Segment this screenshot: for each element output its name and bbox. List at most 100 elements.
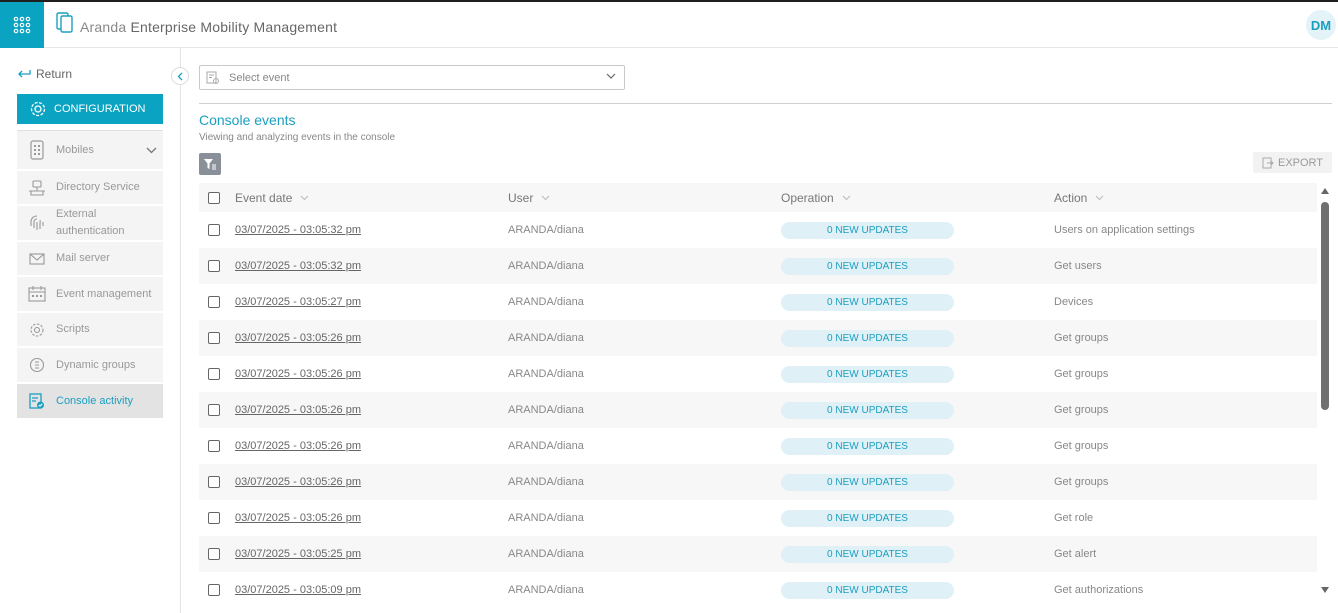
event-date-link[interactable]: 03/07/2025 - 03:05:26 pm xyxy=(235,368,361,380)
directory-icon xyxy=(27,178,47,198)
return-link[interactable]: Return xyxy=(17,67,72,81)
sort-chevron-icon xyxy=(300,195,309,200)
operation-badge: 0 NEW UPDATES xyxy=(781,221,954,239)
user-avatar[interactable]: DM xyxy=(1306,10,1336,40)
sidebar-item-mail-server[interactable]: Mail server xyxy=(17,242,163,277)
export-label: EXPORT xyxy=(1277,156,1324,169)
configuration-button[interactable]: CONFIGURATION xyxy=(17,94,163,124)
user-cell: ARANDA/diana xyxy=(508,296,584,308)
event-date-link[interactable]: 03/07/2025 - 03:05:09 pm xyxy=(235,584,361,596)
event-date-link[interactable]: 03/07/2025 - 03:05:25 pm xyxy=(235,548,361,560)
row-checkbox[interactable] xyxy=(208,548,220,560)
gear-icon xyxy=(27,320,47,340)
event-date-link[interactable]: 03/07/2025 - 03:05:27 pm xyxy=(235,296,361,308)
sort-chevron-icon xyxy=(541,195,550,200)
sidebar: Return CONFIGURATION Mobiles Directory S… xyxy=(0,48,181,613)
operation-badge: 0 NEW UPDATES xyxy=(781,437,954,455)
app-launcher-button[interactable] xyxy=(0,2,44,48)
user-cell: ARANDA/diana xyxy=(508,260,584,272)
event-date-link[interactable]: 03/07/2025 - 03:05:26 pm xyxy=(235,440,361,452)
column-header-operation[interactable]: Operation xyxy=(781,183,851,212)
row-checkbox[interactable] xyxy=(208,296,220,308)
user-cell: ARANDA/diana xyxy=(508,440,584,452)
column-header-event-date[interactable]: Event date xyxy=(235,183,309,212)
page-title: Console events xyxy=(199,112,296,128)
event-date-link[interactable]: 03/07/2025 - 03:05:26 pm xyxy=(235,332,361,344)
export-button[interactable]: EXPORT xyxy=(1253,152,1332,173)
mail-icon xyxy=(27,249,47,269)
user-cell: ARANDA/diana xyxy=(508,548,584,560)
select-event-placeholder: Select event xyxy=(229,71,290,84)
column-header-user[interactable]: User xyxy=(508,183,550,212)
action-cell: Devices xyxy=(1054,296,1094,308)
column-header-label: Operation xyxy=(781,190,834,205)
table-row: 03/07/2025 - 03:05:26 pm ARANDA/diana 0 … xyxy=(199,428,1317,464)
return-label: Return xyxy=(36,67,73,81)
row-checkbox[interactable] xyxy=(208,368,220,380)
user-cell: ARANDA/diana xyxy=(508,584,584,596)
sidebar-item-scripts[interactable]: Scripts xyxy=(17,313,163,348)
row-checkbox[interactable] xyxy=(208,476,220,488)
table-row: 03/07/2025 - 03:05:32 pm ARANDA/diana 0 … xyxy=(199,212,1317,248)
table-scrollbar-thumb[interactable] xyxy=(1321,202,1329,410)
event-date-link[interactable]: 03/07/2025 - 03:05:32 pm xyxy=(235,224,361,236)
column-header-label: Event date xyxy=(235,190,293,205)
operation-badge: 0 NEW UPDATES xyxy=(781,329,954,347)
sidebar-item-directory-service[interactable]: Directory Service xyxy=(17,171,163,206)
table-header: Event date User Operation Action xyxy=(199,183,1317,212)
event-date-link[interactable]: 03/07/2025 - 03:05:26 pm xyxy=(235,512,361,524)
table-row: 03/07/2025 - 03:05:09 pm ARANDA/diana 0 … xyxy=(199,572,1317,603)
sidebar-item-console-activity[interactable]: Console activity xyxy=(17,384,163,420)
user-cell: ARANDA/diana xyxy=(508,224,584,236)
column-header-action[interactable]: Action xyxy=(1054,183,1104,212)
sidebar-item-event-management[interactable]: Event management xyxy=(17,277,163,313)
app-title-main: Enterprise Mobility Management xyxy=(130,19,338,35)
sidebar-item-label: Event management xyxy=(56,287,152,300)
user-cell: ARANDA/diana xyxy=(508,512,584,524)
event-date-link[interactable]: 03/07/2025 - 03:05:32 pm xyxy=(235,260,361,272)
user-cell: ARANDA/diana xyxy=(508,476,584,488)
event-date-link[interactable]: 03/07/2025 - 03:05:26 pm xyxy=(235,476,361,488)
sidebar-item-external-authentication[interactable]: External authentication xyxy=(17,206,163,242)
row-checkbox[interactable] xyxy=(208,440,220,452)
gear-icon xyxy=(30,101,46,117)
collapse-sidebar-button[interactable] xyxy=(171,67,189,85)
top-bar: Aranda Enterprise Mobility Management DM xyxy=(0,0,1338,48)
row-checkbox[interactable] xyxy=(208,584,220,596)
chevron-left-icon xyxy=(177,72,183,80)
event-date-link[interactable]: 03/07/2025 - 03:05:26 pm xyxy=(235,404,361,416)
sidebar-item-label: Scripts xyxy=(56,323,90,335)
row-checkbox[interactable] xyxy=(208,260,220,272)
select-all-checkbox[interactable] xyxy=(208,191,220,204)
operation-badge: 0 NEW UPDATES xyxy=(781,293,954,311)
page-subtitle: Viewing and analyzing events in the cons… xyxy=(199,132,396,143)
sidebar-item-label: Mobiles xyxy=(56,143,94,156)
scroll-down-arrow-icon[interactable] xyxy=(1320,586,1330,594)
app-title: Aranda Enterprise Mobility Management xyxy=(80,19,337,35)
app-logo-icon xyxy=(56,12,73,33)
action-cell: Get role xyxy=(1054,512,1094,524)
grid-icon xyxy=(13,16,31,34)
operation-badge: 0 NEW UPDATES xyxy=(781,401,954,419)
table-row: 03/07/2025 - 03:05:25 pm ARANDA/diana 0 … xyxy=(199,536,1317,572)
operation-badge: 0 NEW UPDATES xyxy=(781,257,954,275)
row-checkbox[interactable] xyxy=(208,512,220,524)
row-checkbox[interactable] xyxy=(208,224,220,236)
select-event-dropdown[interactable]: Select event xyxy=(199,65,625,90)
table-row: 03/07/2025 - 03:05:32 pm ARANDA/diana 0 … xyxy=(199,248,1317,284)
console-activity-icon xyxy=(27,391,47,411)
table-row: 03/07/2025 - 03:05:26 pm ARANDA/diana 0 … xyxy=(199,320,1317,356)
row-checkbox[interactable] xyxy=(208,332,220,344)
sidebar-item-label: Dynamic groups xyxy=(56,358,136,371)
action-cell: Get groups xyxy=(1054,440,1109,452)
operation-badge: 0 NEW UPDATES xyxy=(781,509,954,527)
table-row: 03/07/2025 - 03:05:26 pm ARANDA/diana 0 … xyxy=(199,500,1317,536)
sidebar-item-dynamic-groups[interactable]: Dynamic groups xyxy=(17,348,163,384)
filter-button[interactable] xyxy=(199,153,221,175)
sidebar-item-mobiles[interactable]: Mobiles xyxy=(17,131,163,171)
user-cell: ARANDA/diana xyxy=(508,368,584,380)
event-icon xyxy=(206,71,219,84)
row-checkbox[interactable] xyxy=(208,404,220,416)
operation-badge: 0 NEW UPDATES xyxy=(781,581,954,599)
scroll-up-arrow-icon[interactable] xyxy=(1320,187,1330,195)
